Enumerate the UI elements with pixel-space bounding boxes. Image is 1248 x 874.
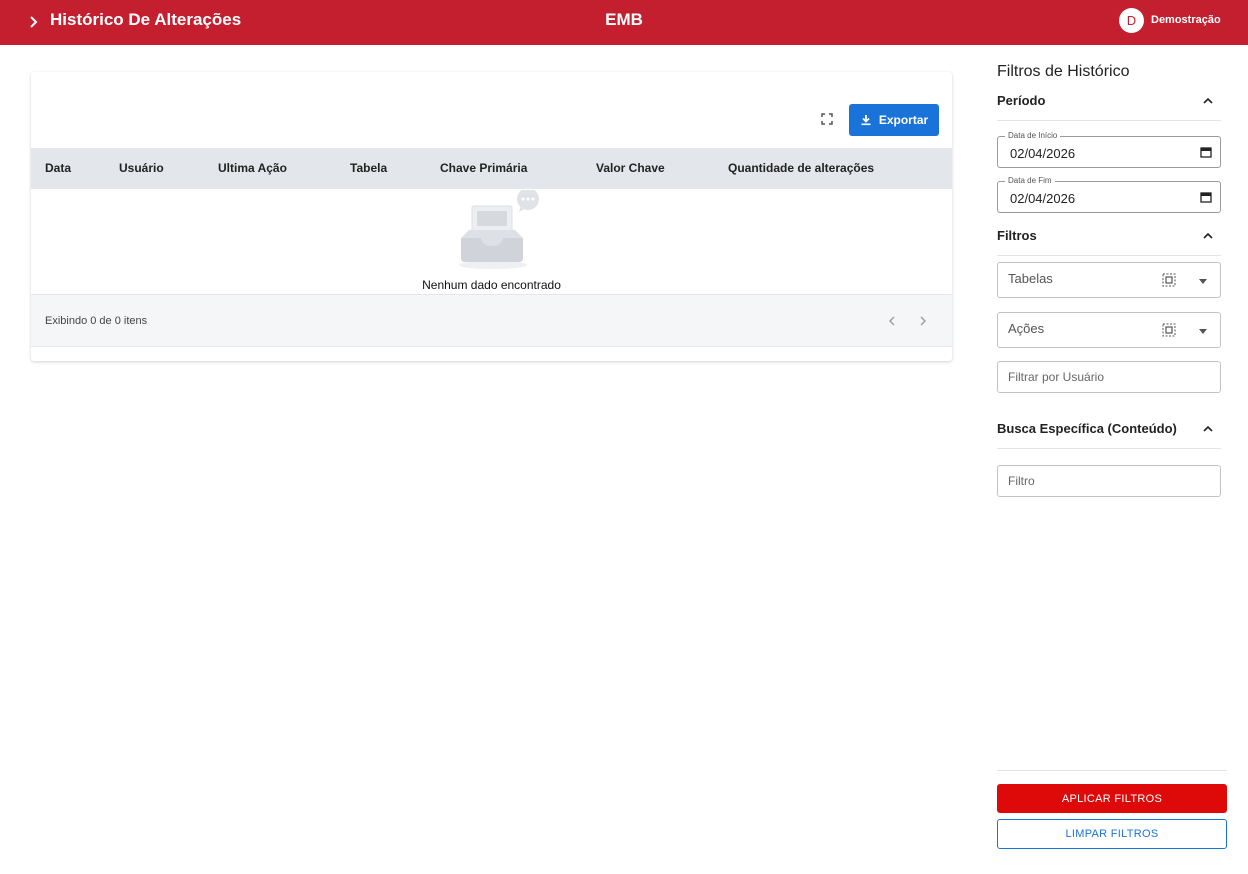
empty-inbox-icon — [455, 188, 545, 272]
user-name: Demostração — [1151, 14, 1221, 26]
page-title: Histórico De Alterações — [50, 10, 242, 29]
user-menu[interactable]: D Demostração — [1119, 7, 1221, 33]
chevron-up-icon — [1203, 425, 1213, 432]
prev-page-icon[interactable] — [882, 311, 902, 331]
empty-state-message: Nenhum dado encontrado — [422, 278, 561, 292]
table-footer: Exibindo 0 de 0 itens — [31, 294, 952, 347]
divider — [997, 770, 1227, 771]
start-date-value[interactable]: 02/04/2026 — [1010, 146, 1075, 161]
divider — [997, 120, 1221, 121]
column-header-chave-primaria[interactable]: Chave Primária — [440, 161, 527, 175]
section-content-search-heading: Busca Específica (Conteúdo) — [997, 421, 1177, 436]
column-header-valor-chave[interactable]: Valor Chave — [596, 161, 665, 175]
section-period-heading: Período — [997, 93, 1046, 108]
start-date-field[interactable]: Data de Início 02/04/2026 — [997, 131, 1221, 168]
clear-filters-button[interactable]: LIMPAR FILTROS — [997, 819, 1227, 849]
section-filters-toggle[interactable]: Filtros — [997, 226, 1221, 246]
tables-select[interactable]: Tabelas — [997, 262, 1221, 298]
download-icon — [861, 115, 871, 126]
actions-select-placeholder: Ações — [1008, 321, 1045, 336]
section-content-search-toggle[interactable]: Busca Específica (Conteúdo) — [997, 419, 1221, 439]
section-period-toggle[interactable]: Período — [997, 91, 1221, 111]
dropdown-arrow-icon[interactable] — [1199, 279, 1207, 284]
chevron-right-icon[interactable] — [28, 12, 40, 32]
chevron-up-icon — [1203, 232, 1213, 239]
column-header-tabela[interactable]: Tabela — [350, 161, 387, 175]
divider — [997, 448, 1221, 449]
actions-select[interactable]: Ações — [997, 312, 1221, 348]
fullscreen-icon[interactable] — [820, 112, 834, 126]
divider — [997, 255, 1221, 256]
select-all-icon[interactable] — [1162, 273, 1176, 287]
end-date-value[interactable]: 02/04/2026 — [1010, 191, 1075, 206]
table-header: Data Usuário Ultima Ação Tabela Chave Pr… — [31, 148, 952, 189]
export-label: Exportar — [878, 113, 929, 127]
column-header-quantidade[interactable]: Quantidade de alterações — [728, 161, 874, 175]
column-header-ultima-acao[interactable]: Ultima Ação — [218, 161, 287, 175]
avatar[interactable]: D — [1119, 7, 1144, 33]
start-date-label: Data de Início — [1005, 131, 1061, 141]
apply-filters-button[interactable]: APLICAR FILTROS — [997, 784, 1227, 813]
end-date-label: Data de Fim — [1005, 176, 1055, 186]
select-all-icon[interactable] — [1162, 323, 1176, 337]
user-filter-input[interactable] — [997, 361, 1221, 393]
column-header-data[interactable]: Data — [45, 161, 71, 175]
top-app-bar: Histórico De Alterações EMB D Demostraçã… — [0, 0, 1248, 45]
filters-panel-title: Filtros de Histórico — [997, 63, 1130, 80]
tables-select-placeholder: Tabelas — [1008, 271, 1053, 286]
dropdown-arrow-icon[interactable] — [1199, 329, 1207, 334]
next-page-icon[interactable] — [913, 311, 933, 331]
end-date-field[interactable]: Data de Fim 02/04/2026 — [997, 176, 1221, 213]
calendar-icon[interactable] — [1200, 146, 1212, 158]
export-button[interactable]: Exportar — [849, 104, 939, 136]
section-filters-heading: Filtros — [997, 228, 1037, 243]
history-table-card: Exportar Data Usuário Ultima Ação Tabela… — [31, 72, 952, 361]
calendar-icon[interactable] — [1200, 191, 1212, 203]
column-header-usuario[interactable]: Usuário — [119, 161, 164, 175]
content-filter-input[interactable] — [997, 465, 1221, 497]
chevron-up-icon — [1203, 97, 1213, 104]
pagination-info: Exibindo 0 de 0 itens — [45, 315, 148, 327]
